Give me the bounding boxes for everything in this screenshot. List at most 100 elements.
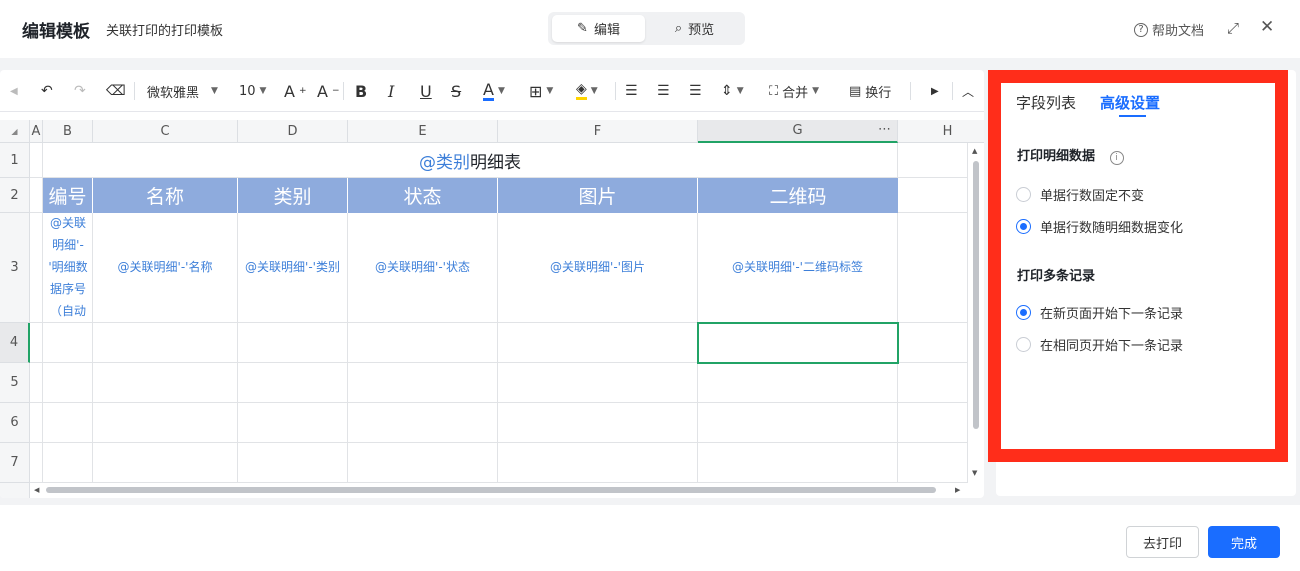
- italic-button[interactable]: I: [388, 81, 394, 101]
- bold-button[interactable]: B: [355, 81, 367, 101]
- header-cell[interactable]: 二维码: [698, 178, 898, 213]
- cell[interactable]: [93, 443, 238, 483]
- selected-cell[interactable]: [697, 322, 899, 364]
- cell[interactable]: [348, 443, 498, 483]
- cell[interactable]: [898, 323, 968, 363]
- scroll-down-icon[interactable]: ▼: [972, 469, 977, 477]
- cell[interactable]: [30, 363, 43, 403]
- column-header[interactable]: A: [30, 120, 43, 143]
- align-right-icon[interactable]: ☰: [689, 81, 702, 101]
- increase-font-icon[interactable]: A +: [284, 81, 307, 101]
- cell[interactable]: [498, 323, 698, 363]
- cell[interactable]: [30, 443, 43, 483]
- row-header[interactable]: 6: [0, 403, 30, 443]
- align-center-icon[interactable]: ☰: [657, 81, 670, 101]
- font-color-button[interactable]: A ▼: [483, 81, 505, 101]
- collapse-toolbar-icon[interactable]: ︿: [962, 81, 974, 101]
- cell[interactable]: [898, 143, 968, 178]
- header-cell[interactable]: 状态: [348, 178, 498, 213]
- strikethrough-button[interactable]: S: [451, 81, 461, 101]
- row-header[interactable]: 1: [0, 143, 30, 178]
- column-header-selected[interactable]: G ⋯: [698, 120, 898, 143]
- cell[interactable]: [898, 178, 968, 213]
- cell[interactable]: [348, 323, 498, 363]
- cell[interactable]: [498, 403, 698, 443]
- underline-button[interactable]: U: [420, 81, 432, 101]
- field-cell[interactable]: @关联明细'-'图片: [498, 213, 698, 323]
- font-size-select[interactable]: 10 ▼: [239, 81, 266, 101]
- close-icon[interactable]: ✕: [1260, 17, 1274, 37]
- format-painter-icon[interactable]: ⌫: [106, 81, 126, 101]
- scroll-right-icon[interactable]: ▶: [931, 81, 939, 101]
- scroll-up-icon[interactable]: ▲: [972, 147, 977, 155]
- horizontal-scroll-thumb[interactable]: [46, 487, 936, 493]
- undo-icon[interactable]: ↶: [41, 81, 53, 101]
- cell[interactable]: [898, 443, 968, 483]
- scroll-left-icon[interactable]: ◀: [10, 81, 18, 101]
- horizontal-scrollbar[interactable]: ◀ ▶: [30, 483, 968, 497]
- cell[interactable]: [698, 363, 898, 403]
- cell[interactable]: [30, 403, 43, 443]
- vertical-align-button[interactable]: ⇕ ▼: [721, 81, 744, 101]
- cell[interactable]: [93, 323, 238, 363]
- column-header[interactable]: D: [238, 120, 348, 143]
- column-header[interactable]: H: [898, 120, 984, 143]
- scroll-right-icon[interactable]: ▶: [955, 486, 960, 494]
- header-cell[interactable]: 编号: [43, 178, 93, 213]
- print-button[interactable]: 去打印: [1126, 526, 1199, 558]
- fill-color-button[interactable]: ◈ ▼: [576, 81, 598, 101]
- column-header[interactable]: C: [93, 120, 238, 143]
- cell[interactable]: [43, 323, 93, 363]
- column-header[interactable]: E: [348, 120, 498, 143]
- header-cell[interactable]: 名称: [93, 178, 238, 213]
- cell[interactable]: [30, 213, 43, 323]
- field-cell[interactable]: @关联明细'-'名称: [93, 213, 238, 323]
- vertical-scroll-thumb[interactable]: [973, 161, 979, 429]
- preview-mode-button[interactable]: ⌕ 预览: [648, 15, 741, 42]
- cell[interactable]: [238, 323, 348, 363]
- help-docs-link[interactable]: ? 帮助文档: [1134, 20, 1204, 39]
- cell[interactable]: [498, 363, 698, 403]
- cell[interactable]: [498, 443, 698, 483]
- cell[interactable]: [30, 323, 43, 363]
- row-header[interactable]: 7: [0, 443, 30, 483]
- cell[interactable]: [43, 363, 93, 403]
- row-header[interactable]: 2: [0, 178, 30, 213]
- cell[interactable]: [238, 403, 348, 443]
- cell[interactable]: [93, 363, 238, 403]
- column-header[interactable]: B: [43, 120, 93, 143]
- cell[interactable]: [238, 363, 348, 403]
- cell[interactable]: [30, 178, 43, 213]
- row-header[interactable]: 5: [0, 363, 30, 403]
- vertical-scrollbar[interactable]: ▲ ▼: [968, 143, 984, 483]
- header-cell[interactable]: 类别: [238, 178, 348, 213]
- fullscreen-icon[interactable]: ⤢: [1227, 19, 1239, 37]
- cell[interactable]: [348, 363, 498, 403]
- more-icon[interactable]: ⋯: [878, 122, 891, 137]
- header-cell[interactable]: 图片: [498, 178, 698, 213]
- cell[interactable]: [698, 403, 898, 443]
- scroll-left-icon[interactable]: ◀: [34, 486, 39, 494]
- row-header-selected[interactable]: 4: [0, 323, 30, 363]
- merge-button[interactable]: ⛶ 合并 ▼: [769, 81, 819, 101]
- wrap-text-button[interactable]: ▤ 换行: [849, 81, 891, 101]
- cell[interactable]: [348, 403, 498, 443]
- cell[interactable]: [898, 213, 968, 323]
- select-all-corner[interactable]: ◢: [0, 120, 30, 143]
- font-family-select[interactable]: 微软雅黑 ▼: [147, 81, 218, 101]
- field-cell[interactable]: @关联明细'-'状态: [348, 213, 498, 323]
- column-header[interactable]: F: [498, 120, 698, 143]
- cell[interactable]: [238, 443, 348, 483]
- field-cell[interactable]: @关联明细'-'类别: [238, 213, 348, 323]
- cell[interactable]: [43, 403, 93, 443]
- row-header[interactable]: 3: [0, 213, 30, 323]
- done-button[interactable]: 完成: [1208, 526, 1280, 558]
- cell[interactable]: [698, 443, 898, 483]
- field-cell[interactable]: @关联明细'-'明细数据序号（自动: [43, 213, 93, 323]
- cell[interactable]: [898, 403, 968, 443]
- cell[interactable]: [30, 143, 43, 178]
- align-left-icon[interactable]: ☰: [625, 81, 638, 101]
- redo-icon[interactable]: ↷: [74, 81, 86, 101]
- cell[interactable]: [43, 443, 93, 483]
- edit-mode-button[interactable]: ✎ 编辑: [552, 15, 645, 42]
